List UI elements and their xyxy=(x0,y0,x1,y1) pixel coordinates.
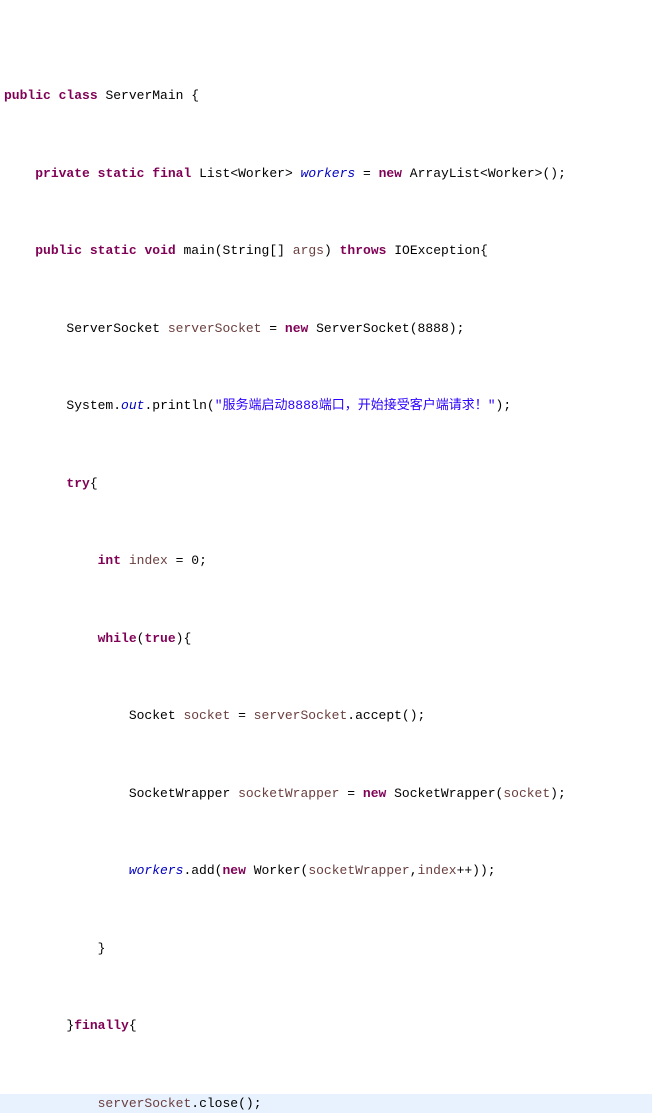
type-string-array: String[] xyxy=(223,243,285,258)
code-line-highlighted: serverSocket.close(); xyxy=(0,1094,652,1114)
code-line: }finally{ xyxy=(0,1016,652,1036)
keyword-new: new xyxy=(285,321,308,336)
var-index: index xyxy=(129,553,168,568)
code-line: ServerSocket serverSocket = new ServerSo… xyxy=(0,319,652,339)
var-socket: socket xyxy=(183,708,230,723)
blank-line xyxy=(0,978,652,997)
var-index: index xyxy=(418,863,457,878)
type-arraylist: ArrayList xyxy=(410,166,480,181)
field-workers: workers xyxy=(301,166,356,181)
param-args: args xyxy=(293,243,324,258)
type-serversocket: ServerSocket xyxy=(66,321,160,336)
type-worker: Worker xyxy=(488,166,535,181)
keyword-try: try xyxy=(66,476,89,491)
code-line: workers.add(new Worker(socketWrapper,ind… xyxy=(0,861,652,881)
var-socketwrapper: socketWrapper xyxy=(308,863,409,878)
keyword-static: static xyxy=(98,166,145,181)
class-name: ServerMain xyxy=(105,88,183,103)
blank-line xyxy=(0,358,652,377)
blank-line xyxy=(0,590,652,609)
keyword-public: public xyxy=(4,88,51,103)
blank-line xyxy=(0,745,652,764)
code-line: public class ServerMain { xyxy=(0,86,652,106)
blank-line xyxy=(0,668,652,687)
keyword-class: class xyxy=(59,88,98,103)
keyword-finally: finally xyxy=(74,1018,129,1033)
increment-op: ++ xyxy=(457,863,473,878)
blank-line xyxy=(0,125,652,144)
blank-line xyxy=(0,513,652,532)
method-accept: accept xyxy=(355,708,402,723)
code-line: try{ xyxy=(0,474,652,494)
keyword-void: void xyxy=(144,243,175,258)
string-literal: "服务端启动8888端口，开始接受客户端请求！" xyxy=(215,398,496,413)
method-println: println xyxy=(152,398,207,413)
code-line: public static void main(String[] args) t… xyxy=(0,241,652,261)
method-main: main xyxy=(184,243,215,258)
var-socketwrapper: socketWrapper xyxy=(238,786,339,801)
type-socketwrapper: SocketWrapper xyxy=(129,786,230,801)
keyword-final: final xyxy=(152,166,191,181)
code-line: System.out.println("服务端启动8888端口，开始接受客户端请… xyxy=(0,396,652,416)
keyword-new: new xyxy=(222,863,245,878)
type-list: List xyxy=(199,166,230,181)
type-system: System xyxy=(66,398,113,413)
blank-line xyxy=(0,1055,652,1074)
number-zero: 0 xyxy=(191,553,199,568)
code-line: int index = 0; xyxy=(0,551,652,571)
var-serversocket: serverSocket xyxy=(168,321,262,336)
type-worker: Worker xyxy=(254,863,301,878)
keyword-new: new xyxy=(363,786,386,801)
code-line: while(true){ xyxy=(0,629,652,649)
port-number: 8888 xyxy=(418,321,449,336)
type-worker: Worker xyxy=(238,166,285,181)
keyword-while: while xyxy=(98,631,137,646)
blank-line xyxy=(0,203,652,222)
type-ioexception: IOException xyxy=(394,243,480,258)
blank-line xyxy=(0,823,652,842)
keyword-true: true xyxy=(144,631,175,646)
var-serversocket: serverSocket xyxy=(254,708,348,723)
code-line: Socket socket = serverSocket.accept(); xyxy=(0,706,652,726)
code-line: SocketWrapper socketWrapper = new Socket… xyxy=(0,784,652,804)
keyword-private: private xyxy=(35,166,90,181)
type-socket: Socket xyxy=(129,708,176,723)
blank-line xyxy=(0,435,652,454)
keyword-new: new xyxy=(379,166,402,181)
method-close: close xyxy=(199,1096,238,1111)
keyword-public: public xyxy=(35,243,82,258)
code-line: } xyxy=(0,939,652,959)
blank-line xyxy=(0,280,652,299)
var-serversocket: serverSocket xyxy=(98,1096,192,1111)
var-socket: socket xyxy=(503,786,550,801)
blank-line xyxy=(0,900,652,919)
type-socketwrapper: SocketWrapper xyxy=(394,786,495,801)
keyword-int: int xyxy=(98,553,121,568)
keyword-static: static xyxy=(90,243,137,258)
keyword-throws: throws xyxy=(340,243,387,258)
method-add: add xyxy=(191,863,214,878)
type-serversocket: ServerSocket xyxy=(316,321,410,336)
field-workers: workers xyxy=(129,863,184,878)
code-line: private static final List<Worker> worker… xyxy=(0,164,652,184)
field-out: out xyxy=(121,398,144,413)
